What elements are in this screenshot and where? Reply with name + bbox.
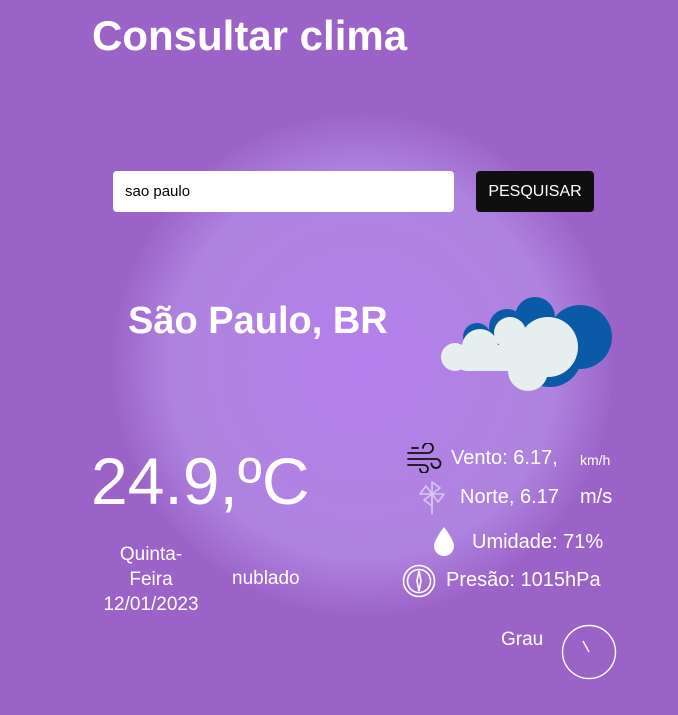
page-title: Consultar clima — [92, 12, 408, 59]
search-button[interactable]: PESQUISAR — [476, 171, 594, 212]
compass-icon — [402, 564, 436, 598]
weekday-line2: Feira — [129, 569, 173, 590]
pressure: Presão: 1015hPa — [446, 569, 601, 591]
wind-unit: km/h — [580, 452, 611, 468]
droplet-icon — [434, 527, 454, 556]
weekday-line1: Quinta- — [119, 544, 183, 565]
search-input[interactable] — [113, 171, 454, 212]
wind-direction: Norte, 6.17 — [460, 486, 559, 508]
date-block: Quinta- Feira 12/01/2023 — [95, 542, 207, 617]
city-name: São Paulo, BR — [128, 300, 388, 342]
wind-speed: Vento: 6.17, — [451, 447, 558, 469]
degree-label: Grau — [501, 629, 544, 650]
date: 12/01/2023 — [103, 594, 199, 615]
pinwheel-icon — [419, 481, 445, 514]
cloud-icon — [441, 297, 612, 391]
wind-direction-unit: m/s — [580, 486, 613, 508]
humidity: Umidade: 71% — [472, 531, 604, 553]
weather-description: nublado — [232, 568, 300, 589]
wind-icon — [407, 443, 442, 473]
dial-icon — [561, 624, 617, 680]
temperature: 24.9,ºC — [91, 444, 310, 518]
